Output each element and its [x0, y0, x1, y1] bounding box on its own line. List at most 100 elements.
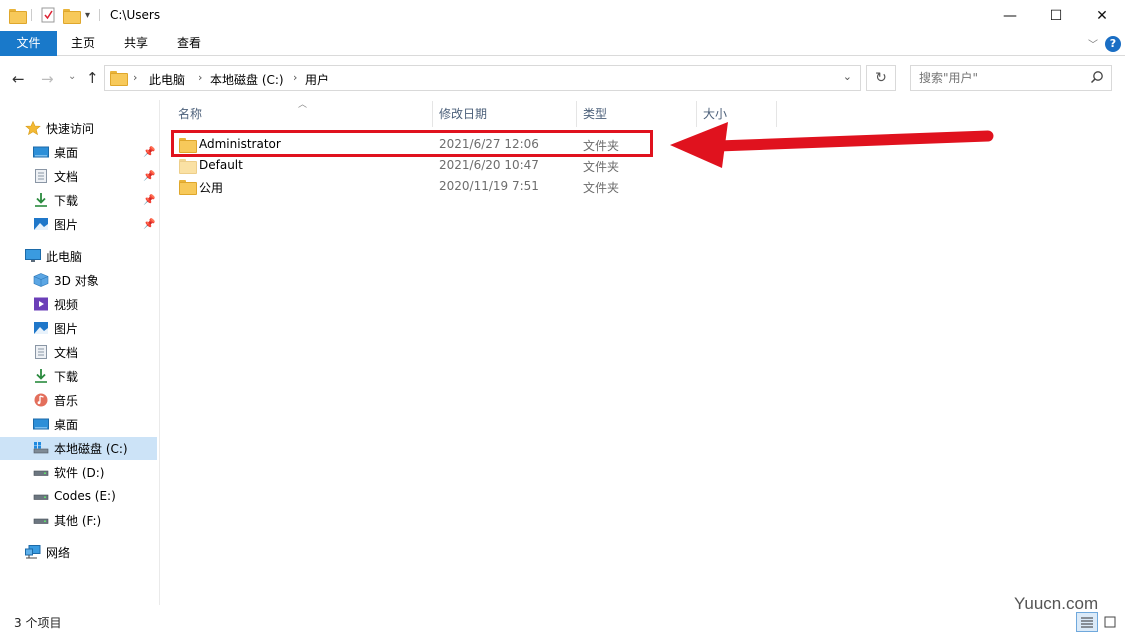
- file-name: Default: [199, 158, 243, 172]
- close-button[interactable]: ✕: [1079, 0, 1125, 31]
- chevron-right-icon[interactable]: ›: [133, 71, 137, 84]
- sidebar-item-quick-access[interactable]: 快速访问: [25, 117, 94, 139]
- pin-icon[interactable]: 📌: [143, 171, 155, 182]
- sidebar-item-downloads[interactable]: 下载: [33, 189, 78, 211]
- search-input[interactable]: [919, 70, 1084, 86]
- chevron-right-icon[interactable]: ›: [293, 71, 297, 84]
- folder-icon: [179, 159, 197, 175]
- column-header-date[interactable]: 修改日期: [439, 101, 487, 127]
- sidebar-item-documents[interactable]: 文档: [33, 165, 78, 187]
- pin-icon[interactable]: 📌: [143, 219, 155, 230]
- refresh-icon: ↻: [875, 70, 887, 86]
- large-icons-view-button[interactable]: [1099, 612, 1121, 632]
- documents-icon: [33, 345, 49, 359]
- file-row-public[interactable]: 公用 2020/11/19 7:51 文件夹: [172, 176, 652, 197]
- sidebar-item-drive-f[interactable]: 其他 (F:): [33, 509, 101, 531]
- sidebar-item-pictures[interactable]: 图片: [33, 213, 78, 235]
- chevron-right-icon[interactable]: ›: [198, 71, 202, 84]
- pictures-icon: [33, 321, 49, 335]
- search-icon[interactable]: [1090, 70, 1104, 84]
- refresh-button[interactable]: ↻: [866, 65, 896, 91]
- details-view-button[interactable]: [1076, 612, 1098, 632]
- sidebar-item-videos[interactable]: 视频: [33, 293, 78, 315]
- up-arrow-icon[interactable]: ↑: [86, 69, 99, 87]
- 3d-objects-icon: [33, 273, 49, 287]
- search-box[interactable]: [910, 65, 1112, 91]
- sidebar-label: Codes (E:): [54, 489, 116, 503]
- file-name: 公用: [199, 181, 224, 195]
- forward-arrow-icon[interactable]: →: [41, 70, 54, 88]
- sidebar-item-music[interactable]: 音乐: [33, 389, 78, 411]
- annotation-arrow-icon: [670, 122, 994, 168]
- new-folder-icon[interactable]: [63, 7, 81, 24]
- sidebar-label: 桌面: [54, 417, 79, 432]
- drive-icon: [33, 489, 49, 503]
- file-date: 2020/11/19 7:51: [439, 179, 539, 193]
- customize-toolbar-icon[interactable]: ▾: [85, 7, 90, 23]
- title-bar: ▾ C:\Users — ☐ ✕: [0, 0, 1125, 31]
- file-type: 文件夹: [583, 181, 620, 195]
- system-drive-icon: [33, 441, 49, 455]
- pin-icon[interactable]: 📌: [143, 147, 155, 158]
- sidebar-label: 网络: [46, 545, 71, 560]
- large-icons-view-icon: [1104, 616, 1116, 628]
- sidebar-item-local-disk-c[interactable]: 本地磁盘 (C:): [33, 437, 128, 459]
- sidebar-item-3d-objects[interactable]: 3D 对象: [33, 269, 99, 291]
- sidebar-label: 快速访问: [46, 121, 95, 136]
- desktop-icon: [33, 145, 49, 159]
- sidebar-item-pictures[interactable]: 图片: [33, 317, 78, 339]
- sidebar-item-desktop[interactable]: 桌面: [33, 413, 78, 435]
- help-icon[interactable]: ?: [1105, 36, 1121, 52]
- column-header-type[interactable]: 类型: [583, 101, 607, 127]
- sidebar-label: 下载: [54, 369, 79, 384]
- documents-icon: [33, 169, 49, 183]
- watermark-text: Yuucn.com: [1014, 594, 1099, 613]
- sidebar-item-drive-d[interactable]: 软件 (D:): [33, 461, 104, 483]
- breadcrumb-this-pc[interactable]: 此电脑: [149, 71, 185, 88]
- file-date: 2021/6/20 10:47: [439, 158, 539, 172]
- computer-icon: [25, 249, 41, 263]
- sidebar-item-drive-e[interactable]: Codes (E:): [33, 485, 116, 507]
- chevron-down-icon[interactable]: ⌄: [843, 70, 852, 83]
- navigation-pane: 快速访问 桌面 📌 文档 📌 下载 📌 图片 📌 此电脑 3D 对象 视频 图片…: [0, 108, 159, 604]
- tab-file[interactable]: 文件: [0, 31, 57, 56]
- address-bar[interactable]: › 此电脑 › 本地磁盘 (C:) › 用户 ⌄: [104, 65, 861, 91]
- sidebar-item-this-pc[interactable]: 此电脑: [25, 245, 82, 267]
- pin-icon[interactable]: 📌: [143, 195, 155, 206]
- folder-icon: [179, 180, 197, 196]
- network-icon: [25, 545, 41, 559]
- properties-icon[interactable]: [41, 7, 56, 23]
- sidebar-label: 本地磁盘 (C:): [54, 441, 128, 456]
- sidebar-item-downloads[interactable]: 下载: [33, 365, 78, 387]
- column-divider[interactable]: [432, 101, 433, 127]
- music-icon: [33, 393, 49, 407]
- status-item-count: 3 个项目: [14, 616, 62, 630]
- downloads-icon: [33, 369, 49, 383]
- tab-view[interactable]: 查看: [163, 31, 215, 56]
- breadcrumb-users[interactable]: 用户: [305, 71, 329, 88]
- tab-home[interactable]: 主页: [57, 31, 109, 56]
- sidebar-item-documents[interactable]: 文档: [33, 341, 78, 363]
- downloads-icon: [33, 193, 49, 207]
- tab-share[interactable]: 共享: [109, 31, 163, 56]
- column-header-name[interactable]: 名称: [178, 101, 202, 127]
- sidebar-label: 软件 (D:): [54, 465, 105, 480]
- breadcrumb-local-disk[interactable]: 本地磁盘 (C:): [210, 71, 284, 88]
- sidebar-label: 下载: [54, 193, 79, 208]
- folder-icon: [110, 71, 128, 87]
- maximize-button[interactable]: ☐: [1033, 0, 1079, 31]
- pane-splitter[interactable]: [159, 100, 160, 605]
- sort-ascending-icon: ︿: [298, 100, 308, 110]
- recent-locations-icon[interactable]: ⌄: [68, 71, 76, 82]
- sidebar-label: 3D 对象: [54, 273, 99, 288]
- drive-icon: [33, 513, 49, 527]
- chevron-down-icon[interactable]: ﹀: [1088, 36, 1098, 51]
- pictures-icon: [33, 217, 49, 231]
- file-row-default[interactable]: Default 2021/6/20 10:47 文件夹: [172, 155, 652, 176]
- back-arrow-icon[interactable]: ←: [12, 70, 25, 88]
- minimize-button[interactable]: —: [987, 0, 1033, 31]
- column-divider[interactable]: [576, 101, 577, 127]
- sidebar-item-network[interactable]: 网络: [25, 541, 70, 563]
- folder-icon: [9, 7, 27, 24]
- sidebar-item-desktop[interactable]: 桌面: [33, 141, 78, 163]
